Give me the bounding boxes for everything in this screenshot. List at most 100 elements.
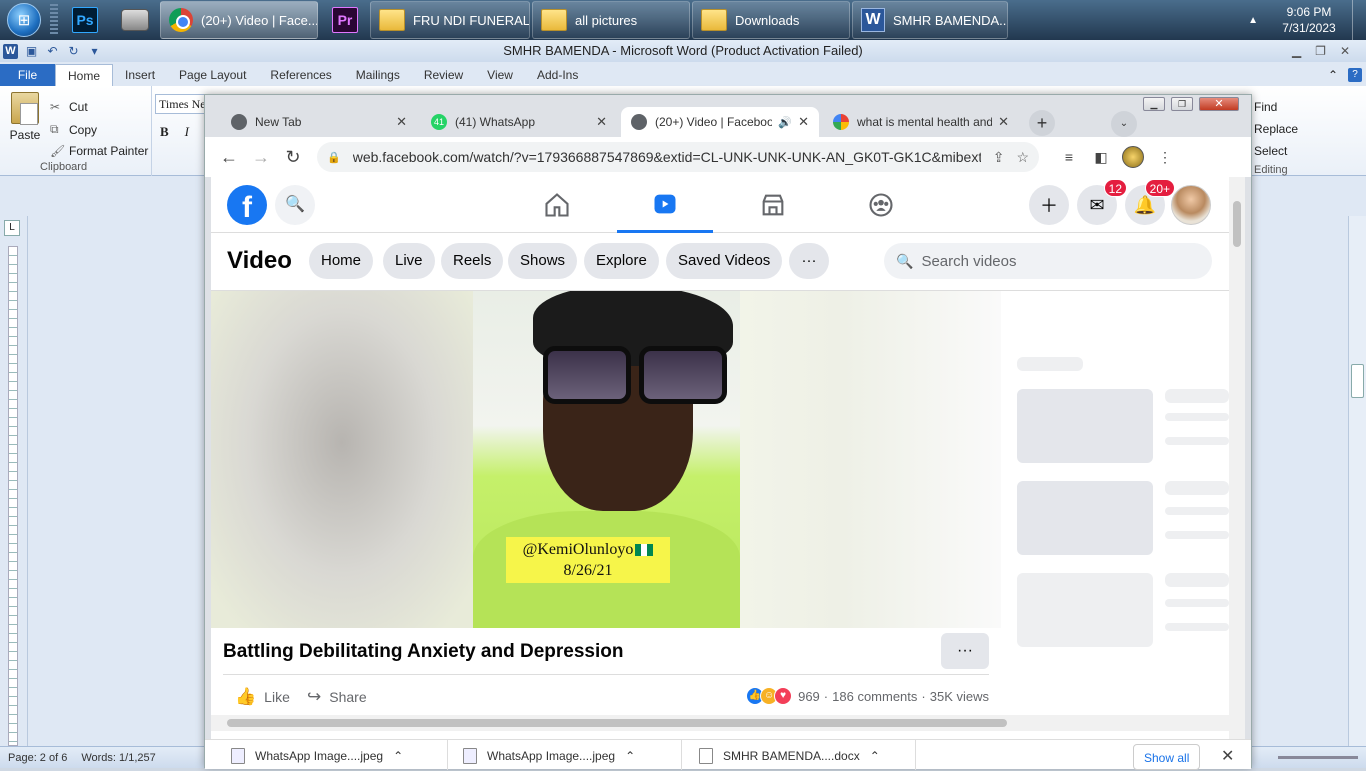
taskbar-word[interactable]: W SMHR BAMENDA... [852,1,1008,39]
start-button[interactable]: ⊞ [0,0,48,40]
copy-button[interactable]: ⧉ Copy [50,122,97,137]
search-icon[interactable]: 🔍 [275,185,315,225]
nav-home[interactable] [509,177,605,233]
bookmark-star-icon[interactable]: ☆ [1016,149,1029,166]
scrollbar-thumb[interactable] [1233,201,1241,247]
taskbar-folder-funeral[interactable]: FRU NDI FUNERAL [370,1,530,39]
tab-search-button[interactable]: ⌄ [1111,111,1137,137]
share-button[interactable]: ↪ Share [307,687,367,707]
messenger-button[interactable]: ✉ 12 [1077,179,1127,225]
pill-home[interactable]: Home [309,243,374,279]
undo-icon[interactable]: ↶ [45,44,60,59]
word-vertical-scrollbar[interactable] [1348,216,1366,750]
side-panel-icon[interactable]: ◧ [1085,143,1117,171]
ruler-toggle-button[interactable]: L [4,220,20,236]
chevron-up-icon[interactable]: ⌃ [870,749,880,763]
scrollbar-thumb[interactable] [227,719,1007,727]
page-vertical-scrollbar[interactable] [1229,177,1245,739]
pill-shows[interactable]: Shows [508,243,578,279]
find-button[interactable]: Find [1254,100,1277,114]
word-count[interactable]: Words: 1/1,257 [81,752,155,764]
tab-file[interactable]: File [0,64,55,86]
paste-button[interactable]: Paste [8,92,42,142]
clock[interactable]: 9:06 PM 7/31/2023 [1274,4,1344,36]
show-all-downloads-button[interactable]: Show all [1133,744,1201,770]
chrome-menu-icon[interactable]: ⋮ [1149,143,1181,171]
more-pill-button[interactable]: ··· [789,243,829,279]
pill-explore[interactable]: Explore [584,243,659,279]
tab-add-ins[interactable]: Add-Ins [525,64,590,86]
tab-references[interactable]: References [258,64,343,86]
close-tab-icon[interactable]: ✕ [798,114,809,130]
chevron-up-icon[interactable]: ⌃ [625,749,635,763]
download-item[interactable]: WhatsApp Image....jpeg ⌃ [231,748,403,764]
show-desktop-button[interactable] [1352,0,1366,40]
tab-home[interactable]: Home [55,64,114,86]
taskbar-camera[interactable] [110,1,160,39]
pill-saved-videos[interactable]: Saved Videos [666,243,783,279]
close-icon[interactable]: ✕ [1199,97,1239,111]
taskbar-photoshop[interactable]: Ps [60,1,110,39]
video-options-button[interactable]: ··· [941,633,989,669]
tab-view[interactable]: View [475,64,525,86]
create-button[interactable]: ＋ [1029,185,1069,225]
minimize-icon[interactable]: ▁ [1143,97,1165,111]
cut-button[interactable]: ✂ Cut [50,100,88,114]
customize-qat-icon[interactable]: ▾ [87,44,102,59]
bold-button[interactable]: B [160,124,169,140]
taskbar-chrome[interactable]: (20+) Video | Face... [160,1,318,39]
back-icon[interactable]: ← [215,143,243,171]
speaker-icon[interactable]: 🔊 [778,116,792,129]
minimize-icon[interactable]: ▁ [1292,44,1301,58]
close-tab-icon[interactable]: ✕ [396,114,407,130]
tab-page-layout[interactable]: Page Layout [167,64,258,86]
tab-insert[interactable]: Insert [113,64,167,86]
chevron-up-icon[interactable]: ⌃ [393,749,403,763]
nav-watch[interactable] [617,177,713,233]
close-icon[interactable]: ✕ [1221,746,1234,766]
notifications-button[interactable]: 🔔 20+ [1125,179,1175,225]
word-logo-icon[interactable]: W [3,43,18,59]
save-icon[interactable]: ▣ [24,44,39,59]
reactions-count[interactable]: 969 [798,689,820,704]
tray-expand-icon[interactable]: ▲ [1248,15,1258,26]
media-controls-icon[interactable]: ≡ [1053,143,1085,171]
zoom-slider[interactable] [1278,756,1358,759]
profile-button[interactable] [1117,143,1149,171]
scrollbar-thumb[interactable] [1351,364,1364,398]
facebook-logo[interactable]: f [227,185,267,225]
minimize-ribbon-icon[interactable]: ⌃ [1328,68,1338,82]
format-painter-button[interactable]: 🖌 Format Painter [50,144,148,158]
lock-icon[interactable]: 🔒 [327,151,341,164]
download-item[interactable]: SMHR BAMENDA....docx ⌃ [699,748,880,764]
account-avatar[interactable] [1171,185,1211,225]
new-tab-button[interactable]: + [1029,110,1055,136]
help-icon[interactable]: ? [1348,68,1362,82]
taskbar-folder-pictures[interactable]: all pictures [532,1,690,39]
nav-marketplace[interactable] [725,177,821,233]
reactions[interactable]: 👍 ☺ ♥ [746,687,793,705]
pill-reels[interactable]: Reels [441,243,504,279]
redo-icon[interactable]: ↻ [66,44,81,59]
font-name-field[interactable]: Times New Roman [155,94,210,114]
forward-icon[interactable]: → [247,143,275,171]
tab-mailings[interactable]: Mailings [344,64,412,86]
tab-facebook-video[interactable]: (20+) Video | Facebook 🔊 ✕ [621,107,819,137]
video-player[interactable]: @KemiOlunloyo 8/26/21 [211,291,1001,628]
taskbar-folder-downloads[interactable]: Downloads [692,1,850,39]
close-tab-icon[interactable]: ✕ [596,114,607,130]
pill-live[interactable]: Live [383,243,435,279]
address-bar[interactable]: 🔒 web.facebook.com/watch/?v=179366887547… [317,142,1039,172]
tab-whatsapp[interactable]: 41 (41) WhatsApp ✕ [421,107,617,137]
tab-review[interactable]: Review [412,64,475,86]
close-tab-icon[interactable]: ✕ [998,114,1009,130]
comments-count[interactable]: 186 comments [832,689,917,704]
horizontal-scrollbar[interactable] [211,715,1229,731]
taskbar-premiere[interactable]: Pr [320,1,370,39]
restore-icon[interactable]: ❐ [1171,97,1193,111]
share-icon[interactable]: ⇪ [993,149,1005,166]
restore-icon[interactable]: ❐ [1315,44,1326,58]
nav-groups[interactable] [833,177,929,233]
tab-new-tab[interactable]: New Tab ✕ [221,107,417,137]
close-icon[interactable]: ✕ [1340,44,1350,58]
